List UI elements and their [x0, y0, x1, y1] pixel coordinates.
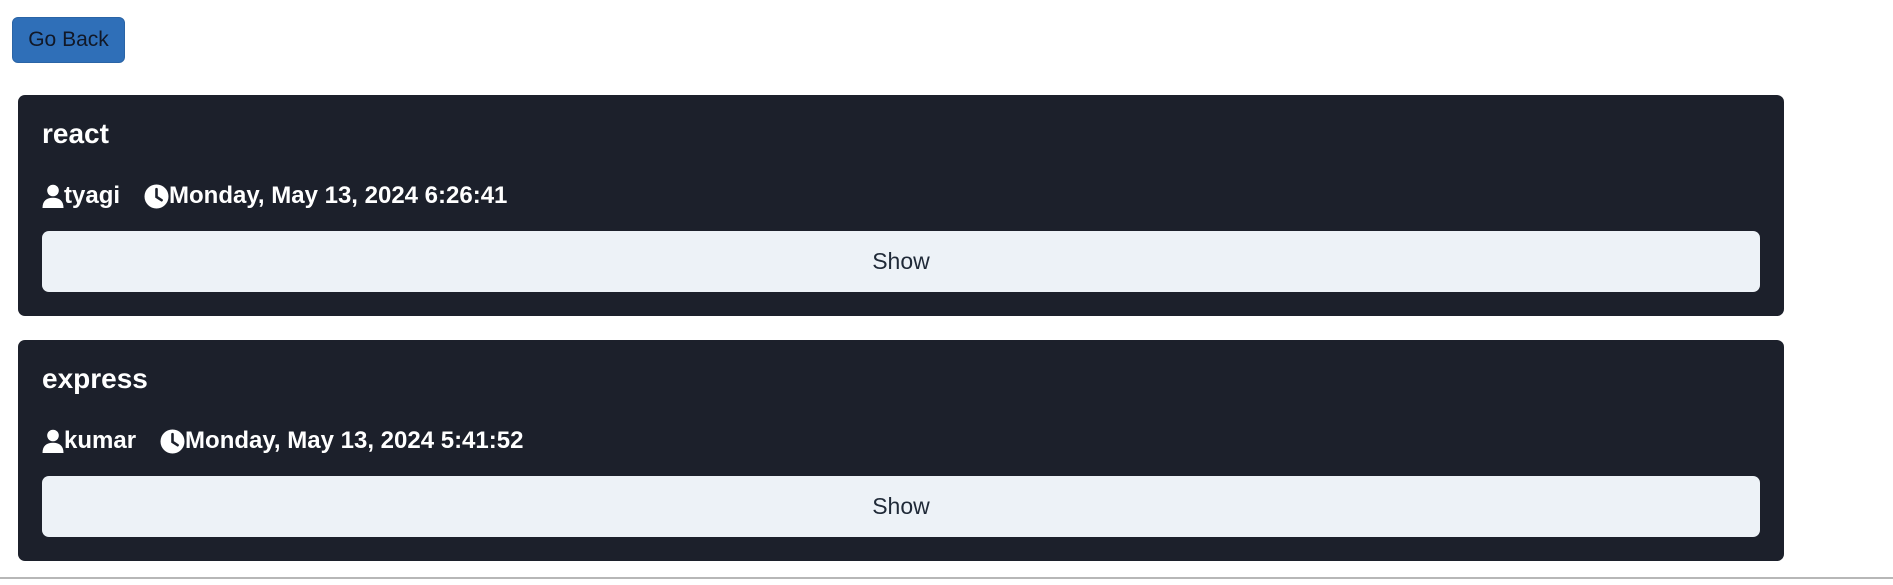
- timestamp-group: Monday, May 13, 2024 5:41:52: [160, 426, 523, 456]
- post-title: express: [42, 363, 148, 394]
- post-author: tyagi: [64, 182, 121, 209]
- post-meta: kumar Monday, May 13, 2024 5:41:52: [42, 426, 523, 456]
- user-icon: [42, 429, 64, 453]
- post-timestamp: Monday, May 13, 2024 6:26:41: [169, 182, 508, 209]
- clock-icon: [160, 429, 185, 454]
- go-back-button[interactable]: Go Back: [12, 17, 125, 63]
- clock-icon: [144, 184, 169, 209]
- user-icon: [42, 184, 64, 208]
- post-timestamp: Monday, May 13, 2024 5:41:52: [185, 427, 524, 454]
- post-author: kumar: [64, 427, 137, 454]
- post-title: react: [42, 118, 109, 149]
- author-group: tyagi: [42, 181, 120, 211]
- show-button[interactable]: Show: [42, 231, 1760, 292]
- post-card: express kumar Monday, May 13, 2024 5:41:…: [18, 340, 1784, 561]
- author-group: kumar: [42, 426, 136, 456]
- post-card: react tyagi Monday, May 13, 2024 6:26:41…: [18, 95, 1784, 316]
- timestamp-group: Monday, May 13, 2024 6:26:41: [144, 181, 507, 211]
- post-meta: tyagi Monday, May 13, 2024 6:26:41: [42, 181, 507, 211]
- show-button[interactable]: Show: [42, 476, 1760, 537]
- post-list: react tyagi Monday, May 13, 2024 6:26:41…: [18, 95, 1784, 585]
